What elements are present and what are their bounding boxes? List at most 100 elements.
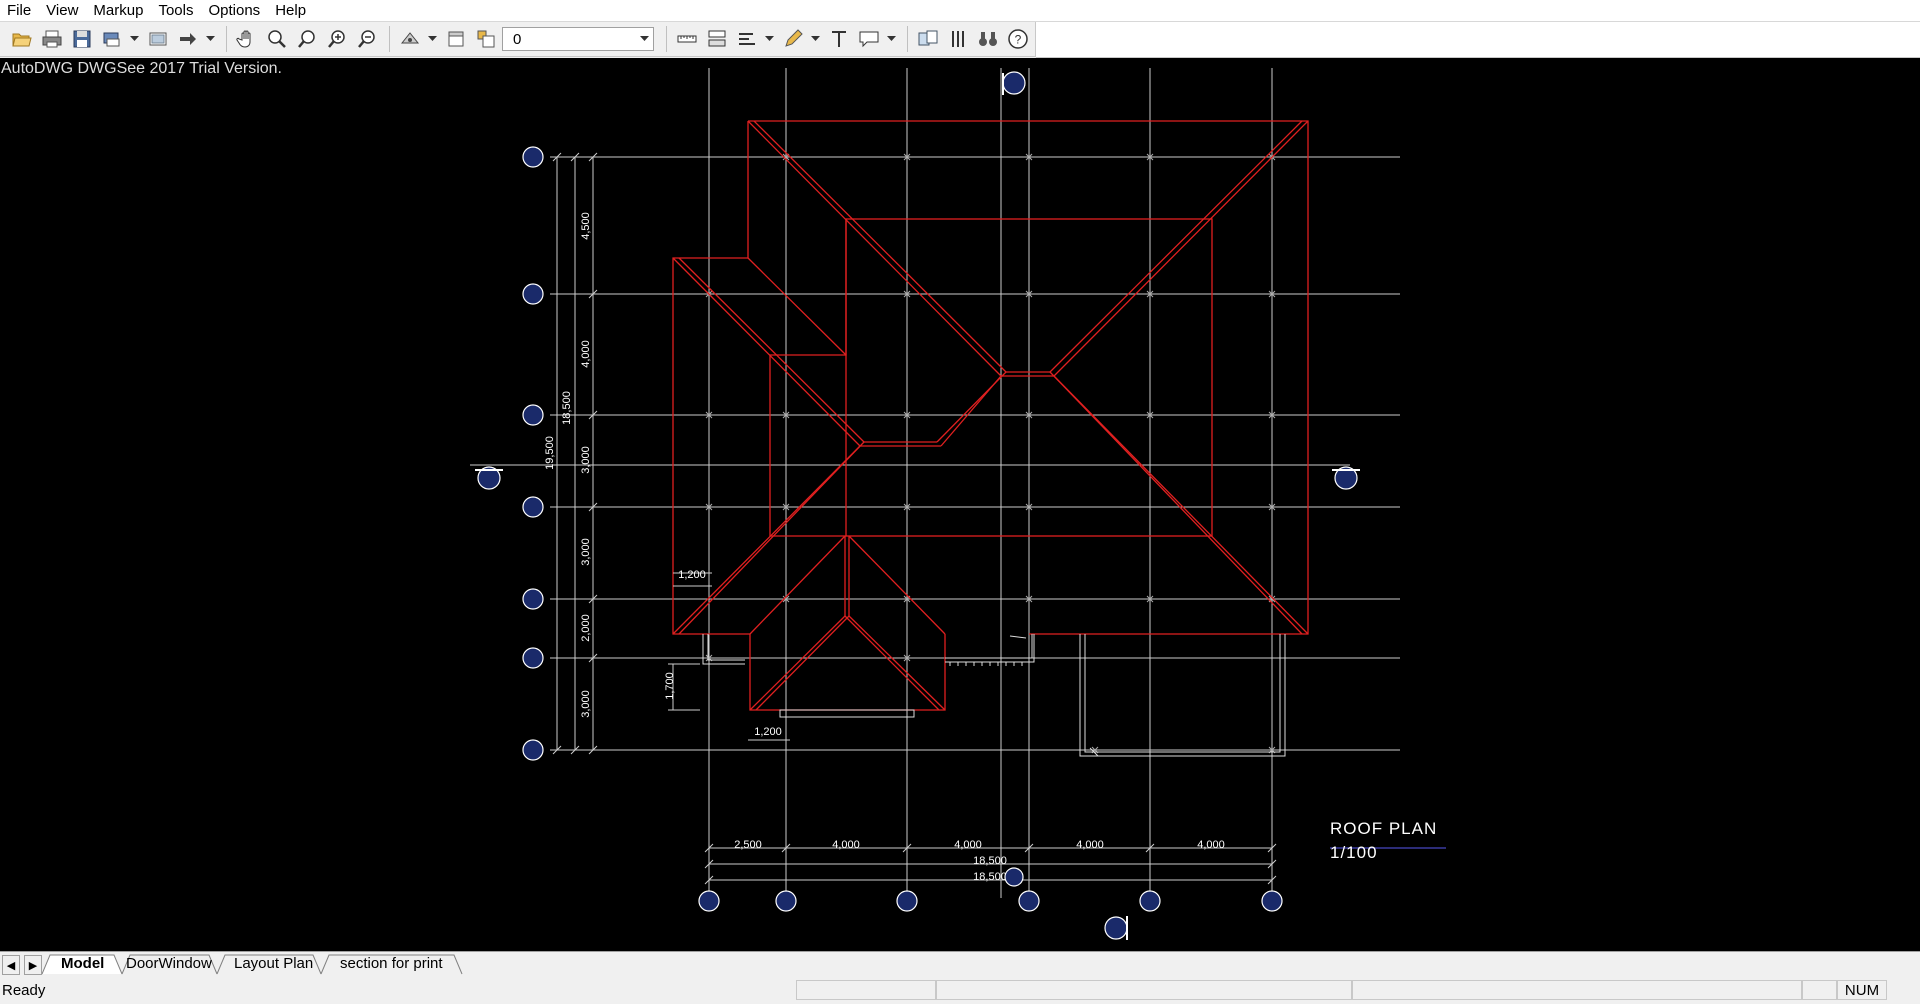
arrow-icon[interactable] [174, 25, 202, 53]
dim-label: 1,200 [754, 726, 782, 738]
status-bar: Ready NUM [0, 977, 1920, 1004]
grid-bubble [1018, 890, 1040, 912]
menu-file[interactable]: File [0, 0, 39, 21]
trial-watermark: AutoDWG DWGSee 2017 Trial Version. [1, 60, 282, 77]
tab-scroll-left-icon[interactable]: ◀ [2, 955, 20, 975]
pencil-icon[interactable] [779, 25, 807, 53]
toolbar-empty-area [1036, 22, 1920, 58]
toolbar-separator [666, 26, 667, 52]
dim-label: 4,000 [1197, 839, 1225, 851]
dim-total-label: 18,500 [561, 391, 573, 425]
dim-total-label: 18,500 [973, 871, 1007, 883]
bottom-dimension-labels: 2,500 4,000 4,000 4,000 4,000 18,500 18,… [734, 839, 1225, 883]
pencil-dropdown-icon[interactable] [809, 25, 821, 53]
tab-doorwindow[interactable]: DoorWindow [126, 955, 212, 972]
grid-bubble [522, 404, 544, 426]
toolbar-separator [389, 26, 390, 52]
drawing-title: ROOF PLAN [1330, 819, 1437, 838]
zoom-in-icon[interactable] [323, 25, 351, 53]
grid-lines [470, 68, 1400, 898]
grid-bubble [522, 588, 544, 610]
open-icon[interactable] [8, 25, 36, 53]
dim-label: 2,500 [734, 839, 762, 851]
dim-label: 4,000 [832, 839, 860, 851]
left-dimension-labels: 4,500 4,000 3,000 3,000 2,000 3,000 18,5… [544, 212, 782, 738]
arrow-dropdown-icon[interactable] [204, 25, 216, 53]
dim-label: 2,000 [580, 614, 592, 642]
section-marker-bottom [1104, 916, 1128, 940]
measure-area-icon[interactable] [733, 25, 761, 53]
menu-markup[interactable]: Markup [86, 0, 151, 21]
grid-bubble [1139, 890, 1161, 912]
grid-bubble [522, 647, 544, 669]
callout-dropdown-icon[interactable] [885, 25, 897, 53]
dim-label: 1,700 [664, 672, 676, 700]
menu-help[interactable]: Help [268, 0, 314, 21]
grid-bubble [522, 146, 544, 168]
grid-bubble [1261, 890, 1283, 912]
dim-label: 4,000 [580, 340, 592, 368]
grid-bubble [698, 890, 720, 912]
grid-bubble [1004, 867, 1024, 887]
tab-model[interactable]: Model [61, 955, 104, 972]
grid-bubble [522, 496, 544, 518]
dim-label: 3,000 [580, 538, 592, 566]
status-pane [796, 980, 936, 1000]
compare-icon[interactable] [914, 25, 942, 53]
grid-bubble [522, 739, 544, 761]
layer-select[interactable]: 0 [502, 27, 654, 51]
main-toolbar: 0 ? [0, 22, 1036, 57]
dim-label: 4,000 [954, 839, 982, 851]
tab-section-for-print[interactable]: section for print [340, 955, 443, 972]
dim-label: 3,000 [580, 446, 592, 474]
grid-bubble [522, 283, 544, 305]
menu-tools[interactable]: Tools [151, 0, 201, 21]
layer-properties-icon[interactable] [442, 25, 470, 53]
dim-total-label: 19,500 [544, 436, 556, 470]
zoom-realtime-icon[interactable] [263, 25, 291, 53]
text-icon[interactable] [825, 25, 853, 53]
binoculars-icon[interactable] [974, 25, 1002, 53]
dim-label: 1,200 [678, 569, 706, 581]
toolbar-separator [907, 26, 908, 52]
paper-space-icon[interactable] [144, 25, 172, 53]
dimension-icon[interactable] [673, 25, 701, 53]
dim-label: 4,000 [1076, 839, 1104, 851]
layer-select-value: 0 [513, 30, 522, 48]
measure-icon[interactable] [703, 25, 731, 53]
section-marker-top [1002, 71, 1026, 95]
measure-dropdown-icon[interactable] [763, 25, 775, 53]
chevron-down-icon[interactable] [635, 28, 653, 50]
toolbar-separator [226, 26, 227, 52]
layer-visibility-dropdown-icon[interactable] [426, 25, 438, 53]
layer-visibility-icon[interactable] [396, 25, 424, 53]
status-pane [936, 980, 1352, 1000]
tab-scroll-right-icon[interactable]: ▶ [24, 955, 42, 975]
batch-print-dropdown-icon[interactable] [128, 25, 140, 53]
num-lock-indicator: NUM [1837, 980, 1887, 1000]
zoom-out-icon[interactable] [353, 25, 381, 53]
dim-label: 4,500 [580, 212, 592, 240]
menu-view[interactable]: View [39, 0, 86, 21]
dim-label: 3,000 [580, 690, 592, 718]
drawing-canvas[interactable]: AutoDWG DWGSee 2017 Trial Version. 4,500… [0, 58, 1920, 951]
drawing-scale: 1/100 [1330, 843, 1378, 862]
color-icon[interactable] [472, 25, 500, 53]
print-icon[interactable] [38, 25, 66, 53]
layout-tab-bar: ◀ ▶ Model DoorWindow Layout Plan section… [0, 951, 1920, 977]
svg-text:?: ? [1015, 33, 1022, 47]
menu-bar: File View Markup Tools Options Help [0, 0, 1920, 22]
wall-details [702, 634, 1286, 757]
pan-hand-icon[interactable] [233, 25, 261, 53]
menu-options[interactable]: Options [201, 0, 268, 21]
tab-layout-plan[interactable]: Layout Plan [234, 955, 313, 972]
zoom-window-icon[interactable] [293, 25, 321, 53]
split-icon[interactable] [944, 25, 972, 53]
status-pane [1802, 980, 1837, 1000]
callout-icon[interactable] [855, 25, 883, 53]
dim-total-label: 18,500 [973, 855, 1007, 867]
grid-bubble [896, 890, 918, 912]
batch-print-icon[interactable] [98, 25, 126, 53]
save-icon[interactable] [68, 25, 96, 53]
help-icon[interactable]: ? [1004, 25, 1032, 53]
